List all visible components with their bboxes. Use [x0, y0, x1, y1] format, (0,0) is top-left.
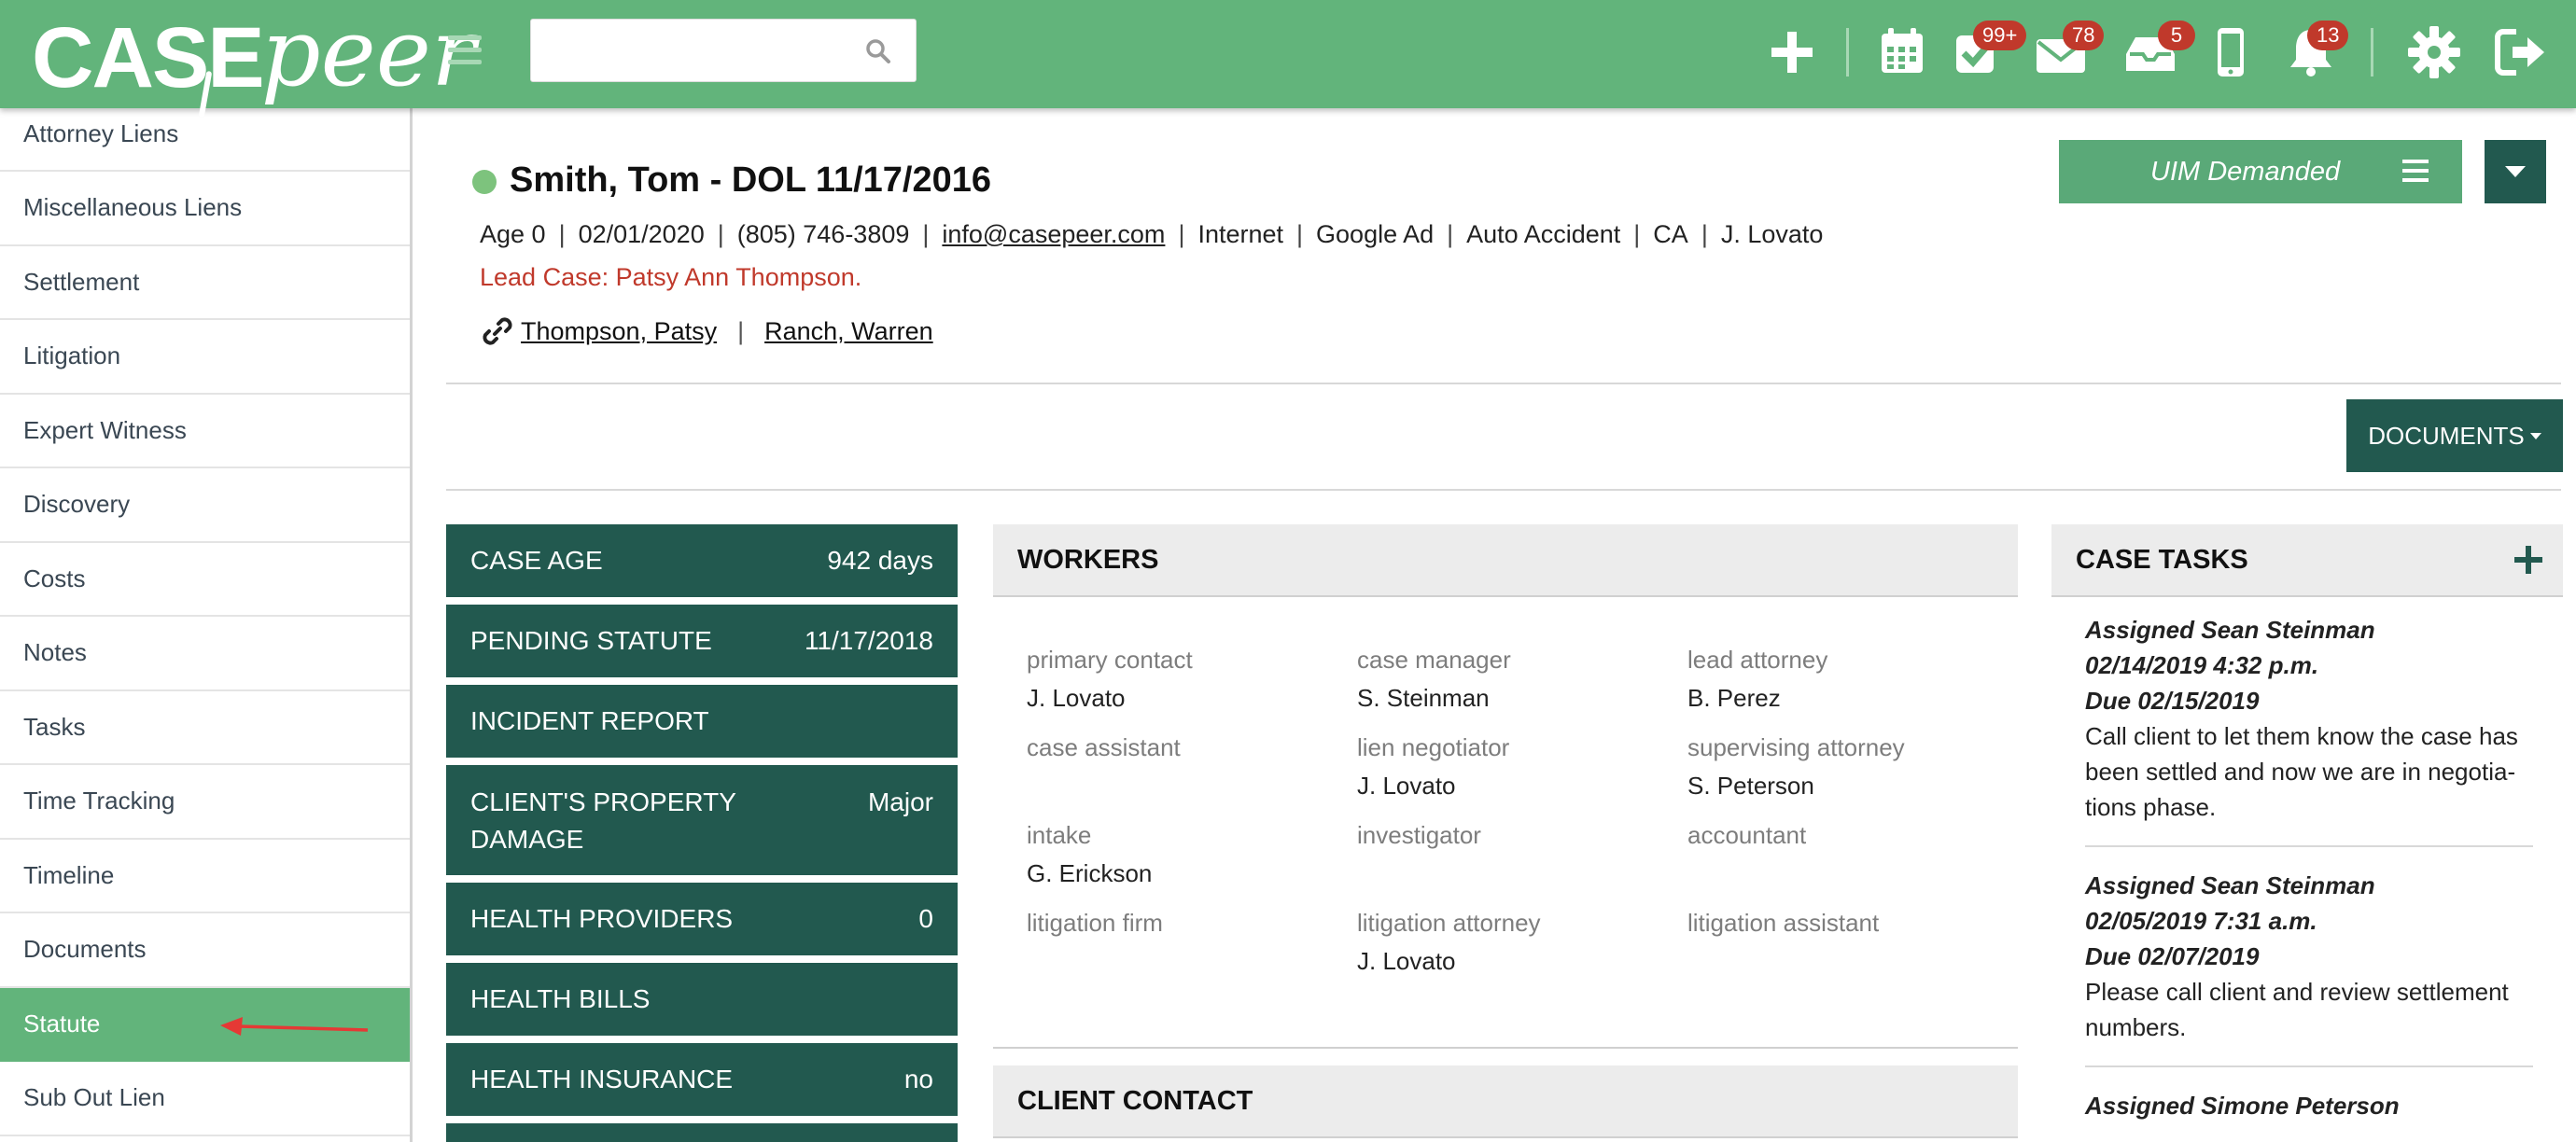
- logo-text-peer: peer: [260, 0, 476, 107]
- tasks-badge[interactable]: 99+: [1973, 21, 2027, 50]
- top-bar: CASEpeer 99+ 78 5 13: [0, 0, 2576, 118]
- stat-health-providers[interactable]: HEALTH PROVIDERS 0: [446, 883, 958, 955]
- search-box: [530, 19, 917, 82]
- stat-property-damage[interactable]: CLIENT'S PROPERTY DAMAGE Major: [446, 765, 958, 875]
- sidebar-item-time-tracking[interactable]: Time Tracking: [0, 765, 410, 840]
- list-menu-icon: [2402, 160, 2429, 182]
- case-tasks-title: CASE TASKS: [2076, 544, 2248, 575]
- client-email-link[interactable]: info@casepeer.com: [942, 220, 1165, 248]
- worker-cell: intake G. Erickson: [1027, 821, 1153, 887]
- sidebar-item-tasks[interactable]: Tasks: [0, 691, 410, 765]
- notifications-badge[interactable]: 13: [2307, 21, 2349, 50]
- case-source: Internet: [1197, 220, 1284, 248]
- add-task-plus-icon[interactable]: [2513, 544, 2544, 576]
- sidebar-item-documents[interactable]: Documents: [0, 913, 410, 988]
- casepeer-logo[interactable]: CASEpeer: [32, 0, 476, 118]
- case-tasks-list: Assigned Sean Steinman 02/14/2019 4:32 p…: [2085, 612, 2533, 1142]
- stat-health-insurance[interactable]: HEALTH INSURANCE no: [446, 1043, 958, 1116]
- worker-cell: litigation assistant: [1687, 909, 1880, 937]
- case-source-detail: Google Ad: [1316, 220, 1435, 248]
- stat-case-age[interactable]: CASE AGE 942 days: [446, 524, 958, 597]
- case-meta-line: Age 0 | 02/01/2020 | (805) 746-3809 | info@cas…: [480, 220, 1824, 248]
- sidebar-item-attorney-liens[interactable]: Attorney Liens: [0, 108, 410, 172]
- case-stats-column: CASE AGE 942 days PENDING STATUTE 11/17/20…: [446, 524, 958, 1142]
- workers-title: WORKERS: [1017, 544, 1159, 575]
- related-case-link[interactable]: Thompson, Patsy: [521, 317, 717, 346]
- worker-cell: investigator: [1357, 821, 1481, 849]
- worker-cell: lead attorney B. Perez: [1687, 646, 1828, 712]
- gear-icon[interactable]: [2404, 22, 2464, 82]
- worker-cell: case assistant: [1027, 733, 1181, 761]
- case-tasks-panel-header: CASE TASKS: [2051, 524, 2563, 597]
- worker-cell: supervising attorney S. Peterson: [1687, 733, 1905, 800]
- link-icon: [483, 317, 512, 345]
- task-item[interactable]: Assigned Sean Steinman 02/14/2019 4:32 p…: [2085, 612, 2533, 847]
- phone-icon[interactable]: [2201, 22, 2261, 82]
- sidebar-item-miscellaneous-liens[interactable]: Miscellaneous Liens: [0, 172, 410, 246]
- sidebar-item-timeline[interactable]: Timeline: [0, 840, 410, 913]
- stat-health-bills[interactable]: HEALTH BILLS: [446, 963, 958, 1036]
- worker-cell: case manager S. Steinman: [1357, 646, 1511, 712]
- case-stage-button[interactable]: UIM Demanded: [2059, 140, 2462, 203]
- plus-icon[interactable]: [1762, 22, 1822, 82]
- mail-badge[interactable]: 78: [2063, 21, 2105, 50]
- case-stage-label: UIM Demanded: [2150, 156, 2341, 187]
- case-type: Auto Accident: [1466, 220, 1621, 248]
- worker-cell: accountant: [1687, 821, 1807, 849]
- documents-button-label: DOCUMENTS: [2368, 421, 2525, 450]
- task-item[interactable]: Assigned Simone Peterson: [2085, 1088, 2533, 1142]
- sidebar-item-costs[interactable]: Costs: [0, 543, 410, 617]
- search-icon[interactable]: [865, 38, 891, 64]
- sidebar-item-notes[interactable]: Notes: [0, 617, 410, 691]
- client-phone: (805) 746-3809: [736, 220, 910, 248]
- worker-cell: lien negotiator J. Lovato: [1357, 733, 1510, 800]
- stat-next[interactable]: [446, 1123, 958, 1142]
- inbox-badge[interactable]: 5: [2158, 21, 2195, 50]
- sidebar-item-discovery[interactable]: Discovery: [0, 468, 410, 543]
- sidebar-item-litigation[interactable]: Litigation: [0, 320, 410, 395]
- case-owner: J. Lovato: [1720, 220, 1824, 248]
- client-age: Age 0: [480, 220, 546, 248]
- case-stage-dropdown-button[interactable]: [2485, 140, 2546, 203]
- hamburger-menu-icon[interactable]: [448, 35, 482, 65]
- toolbar-divider: [2371, 28, 2373, 77]
- sidebar-item-sub-out-lien[interactable]: Sub Out Lien: [0, 1062, 410, 1136]
- case-state: CA: [1653, 220, 1688, 248]
- chevron-down-icon: [2505, 166, 2526, 177]
- worker-cell: litigation attorney J. Lovato: [1357, 909, 1541, 975]
- toolbar-divider: [1846, 28, 1849, 77]
- stat-incident-report[interactable]: INCIDENT REPORT: [446, 685, 958, 758]
- related-cases: Thompson, Patsy | Ranch, Warren: [480, 313, 933, 349]
- client-contact-panel-header: CLIENT CONTACT: [993, 1065, 2018, 1138]
- divider: [446, 489, 2561, 491]
- lead-case-text: Lead Case: Patsy Ann Thompson.: [480, 263, 862, 291]
- logo-text-case: CASE: [32, 10, 265, 105]
- calendar-icon[interactable]: [1872, 22, 1932, 82]
- case-title: Smith, Tom - DOL 11/17/2016: [510, 160, 992, 200]
- task-item[interactable]: Assigned Sean Steinman 02/05/2019 7:31 a…: [2085, 868, 2533, 1067]
- caret-down-icon: [2529, 432, 2541, 439]
- sidebar-item-settlement[interactable]: Settlement: [0, 246, 410, 320]
- worker-cell: primary contact J. Lovato: [1027, 646, 1193, 712]
- logout-icon[interactable]: [2490, 22, 2550, 82]
- search-input[interactable]: [531, 20, 848, 81]
- annotation-arrow-icon: [220, 1017, 369, 1036]
- worker-cell: litigation firm: [1027, 909, 1163, 937]
- documents-dropdown-button[interactable]: DOCUMENTS: [2346, 399, 2563, 472]
- workers-panel-header: WORKERS: [993, 524, 2018, 597]
- client-contact-title: CLIENT CONTACT: [1017, 1085, 1253, 1116]
- divider: [993, 1047, 2018, 1049]
- case-status-dot: [472, 170, 497, 194]
- sidebar: Attorney Liens Miscellaneous Liens Settl…: [0, 108, 413, 1142]
- case-date: 02/01/2020: [578, 220, 705, 248]
- sidebar-item-expert-witness[interactable]: Expert Witness: [0, 395, 410, 468]
- divider: [446, 383, 2561, 384]
- stat-pending-statute[interactable]: PENDING STATUTE 11/17/2018: [446, 605, 958, 677]
- related-case-link[interactable]: Ranch, Warren: [764, 317, 933, 346]
